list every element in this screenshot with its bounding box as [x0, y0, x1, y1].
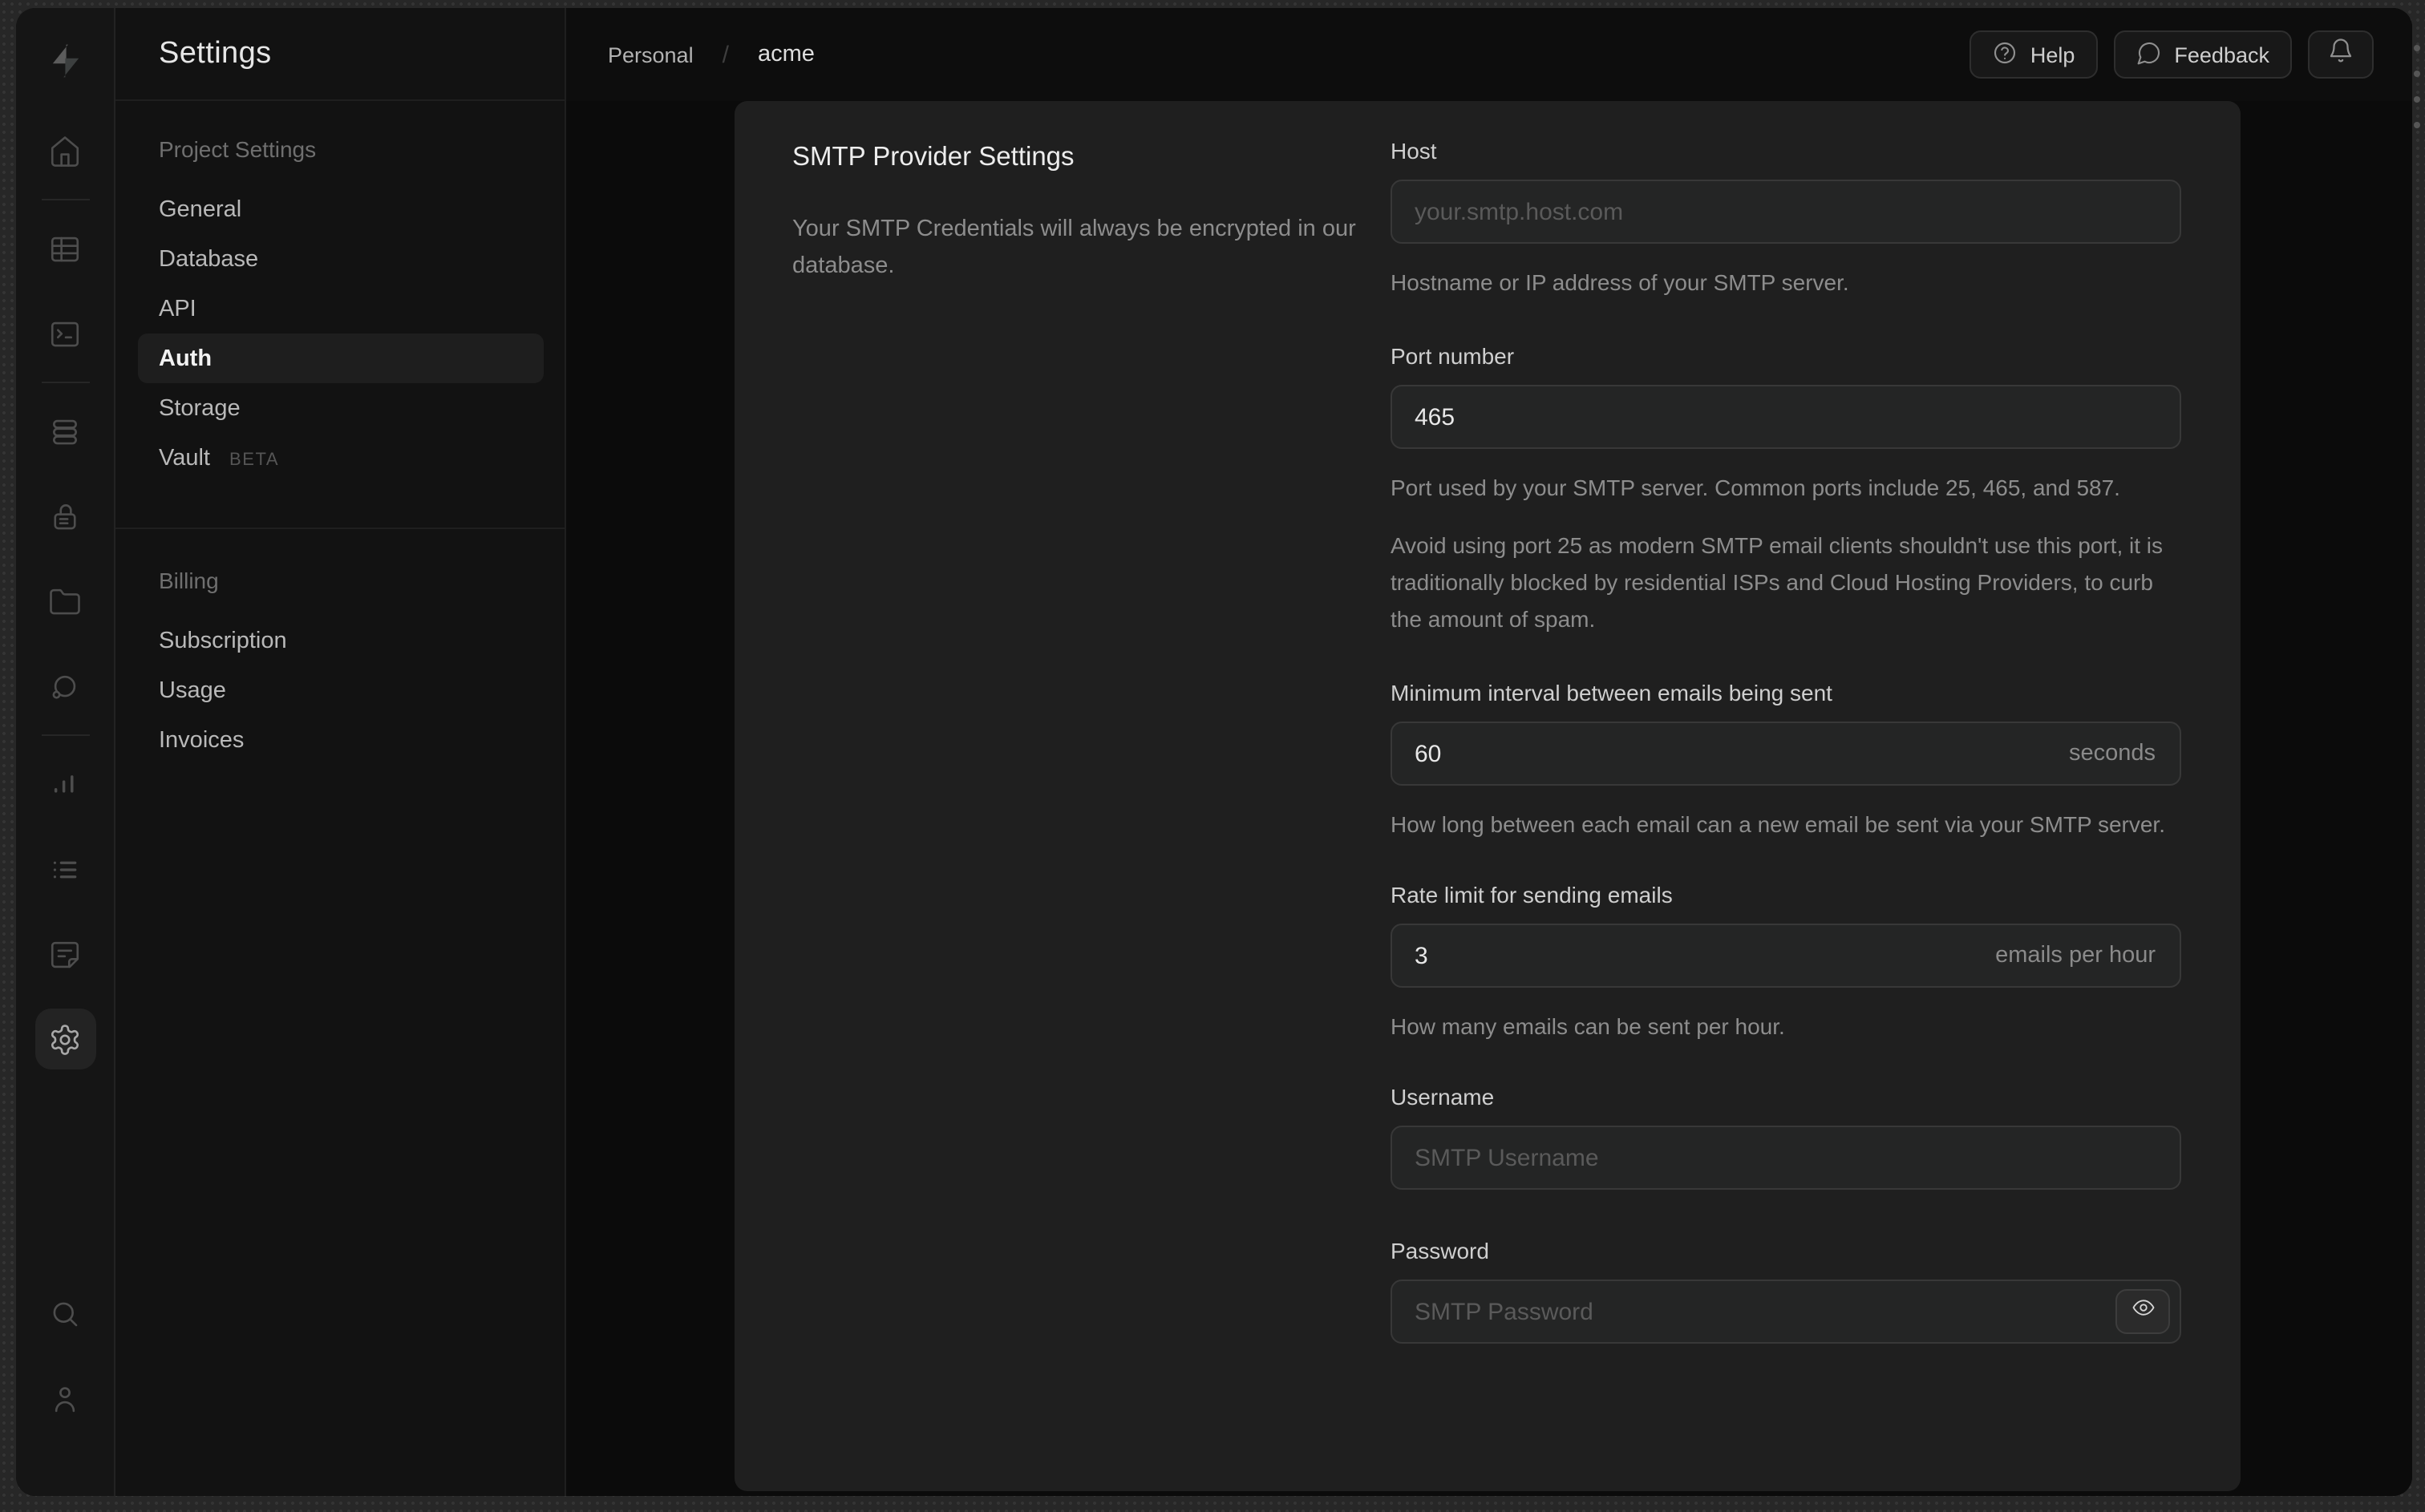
rate-limit-helper: How many emails can be sent per hour.: [1391, 1013, 1785, 1039]
eye-icon: [2131, 1296, 2155, 1328]
screen: Settings Project Settings General Databa…: [0, 0, 2425, 1512]
beta-badge: BETA: [229, 450, 280, 469]
menu-item-subscription[interactable]: Subscription: [115, 616, 565, 665]
notifications-button[interactable]: [2308, 30, 2374, 79]
menu-item-storage[interactable]: Storage: [115, 383, 565, 433]
logs-icon[interactable]: [34, 839, 95, 900]
content-body: SMTP Provider Settings Your SMTP Credent…: [566, 101, 2412, 1496]
reveal-password-button[interactable]: [2115, 1289, 2170, 1334]
sql-editor-icon[interactable]: [34, 303, 95, 364]
rail-divider: [41, 734, 89, 736]
table-editor-icon[interactable]: [34, 218, 95, 279]
rail-divider: [41, 382, 89, 383]
smtp-card-description: Your SMTP Credentials will always be enc…: [792, 216, 1356, 279]
header-actions: Help Feedback: [1969, 30, 2374, 79]
storage-icon[interactable]: [34, 571, 95, 632]
content-area: Personal / acme Help Feedback SMTP Provi…: [566, 8, 2412, 1496]
username-input[interactable]: [1391, 1126, 2181, 1190]
message-bubble-icon: [2136, 39, 2161, 70]
top-header: Personal / acme Help Feedback: [566, 8, 2412, 101]
reports-icon[interactable]: [34, 754, 95, 815]
frame-scroll-dots: [2414, 45, 2420, 148]
menu-divider: [115, 528, 565, 529]
password-input[interactable]: [1391, 1280, 2181, 1344]
interval-input[interactable]: [1391, 722, 2181, 786]
help-button[interactable]: Help: [1969, 30, 2098, 79]
host-label: Host: [1391, 138, 1437, 164]
search-icon[interactable]: [34, 1283, 95, 1344]
home-icon[interactable]: [34, 120, 95, 181]
app-window: Settings Project Settings General Databa…: [16, 8, 2412, 1496]
edge-functions-icon[interactable]: [34, 656, 95, 717]
interval-label: Minimum interval between emails being se…: [1391, 680, 1832, 705]
settings-menu: Settings Project Settings General Databa…: [115, 8, 566, 1496]
supabase-logo[interactable]: [34, 30, 95, 91]
menu-item-general[interactable]: General: [115, 184, 565, 234]
menu-item-database[interactable]: Database: [115, 234, 565, 284]
rail-divider: [41, 199, 89, 200]
username-label: Username: [1391, 1084, 1495, 1110]
help-circle-icon: [1992, 39, 2018, 70]
smtp-card-title: SMTP Provider Settings: [792, 143, 1075, 172]
password-label: Password: [1391, 1238, 1489, 1263]
interval-helper: How long between each email can a new em…: [1391, 811, 2165, 837]
host-input[interactable]: [1391, 180, 2181, 244]
breadcrumb: Personal / acme: [608, 41, 815, 68]
menu-item-invoices[interactable]: Invoices: [115, 715, 565, 765]
port-helper: Port used by your SMTP server. Common po…: [1391, 475, 2120, 500]
menu-item-usage[interactable]: Usage: [115, 665, 565, 715]
page-title: Settings: [159, 36, 272, 70]
bell-icon: [2327, 37, 2354, 72]
section-label-project-settings: Project Settings: [159, 136, 317, 162]
rate-limit-label: Rate limit for sending emails: [1391, 882, 1673, 908]
menu-item-api[interactable]: API: [115, 284, 565, 334]
breadcrumb-separator: /: [722, 41, 729, 68]
port-label: Port number: [1391, 343, 1515, 369]
menu-item-vault[interactable]: Vault BETA: [115, 433, 565, 483]
host-helper: Hostname or IP address of your SMTP serv…: [1391, 269, 1849, 295]
database-icon[interactable]: [34, 401, 95, 462]
api-docs-icon[interactable]: [34, 924, 95, 984]
rate-limit-input[interactable]: [1391, 924, 2181, 988]
user-icon[interactable]: [34, 1368, 95, 1429]
port-note: Avoid using port 25 as modern SMTP email…: [1391, 532, 2164, 632]
auth-icon[interactable]: [34, 486, 95, 547]
sidebar-rail: [16, 8, 115, 1496]
breadcrumb-project[interactable]: acme: [758, 42, 815, 67]
menu-item-auth[interactable]: Auth: [138, 334, 544, 383]
settings-menu-header: Settings: [115, 8, 565, 101]
smtp-card-intro: SMTP Provider Settings Your SMTP Credent…: [792, 143, 1357, 285]
settings-icon[interactable]: [34, 1009, 95, 1069]
section-label-billing: Billing: [159, 568, 219, 593]
port-input[interactable]: [1391, 385, 2181, 449]
smtp-settings-card: SMTP Provider Settings Your SMTP Credent…: [735, 101, 2241, 1491]
feedback-button[interactable]: Feedback: [2113, 30, 2292, 79]
smtp-form: Host Hostname or IP address of your SMTP…: [1391, 138, 2181, 1364]
breadcrumb-org[interactable]: Personal: [608, 42, 694, 67]
